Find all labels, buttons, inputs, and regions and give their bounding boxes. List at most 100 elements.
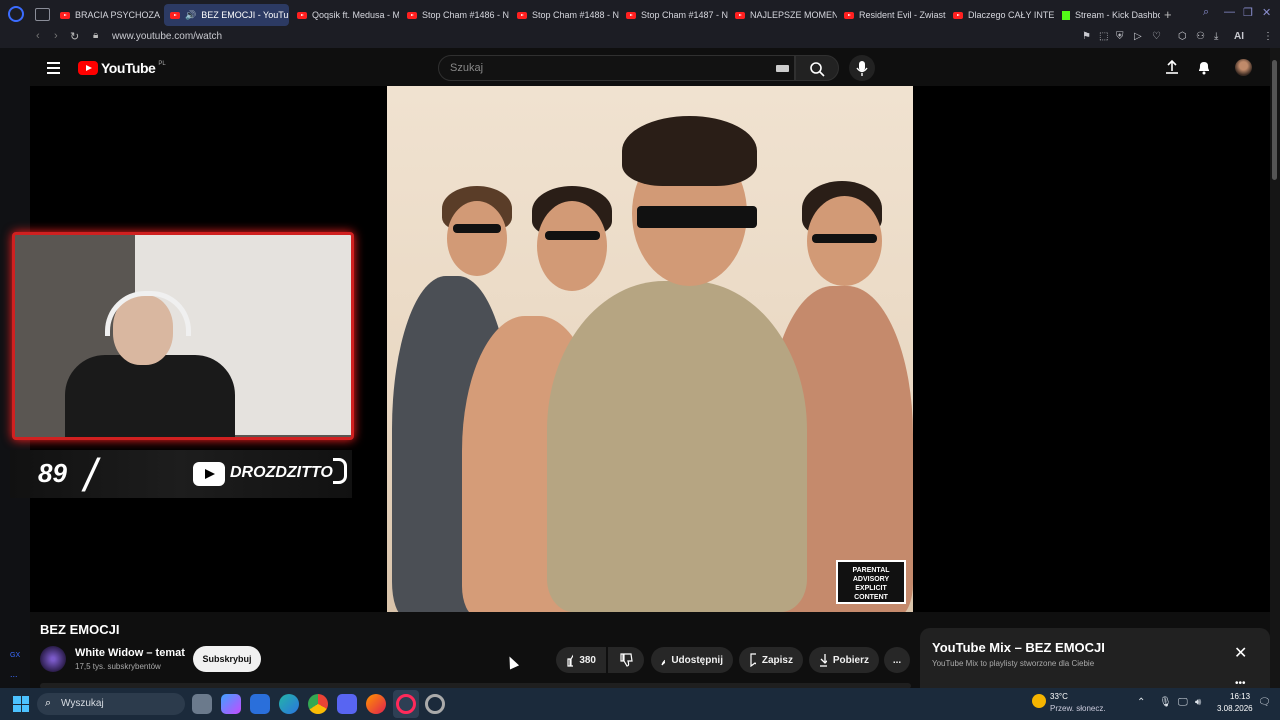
- scrollbar-thumb[interactable]: [1272, 60, 1277, 180]
- forward-icon[interactable]: ›: [54, 30, 58, 42]
- mix-playlist-panel[interactable]: [920, 628, 1270, 688]
- search-icon: [810, 62, 825, 77]
- search-tabs-icon[interactable]: ⌕: [1203, 6, 1209, 19]
- extensions-icon[interactable]: ⬡: [1178, 31, 1187, 42]
- tab-resident-evil[interactable]: Resident Evil - Zwiast: [838, 4, 946, 26]
- tiktok-icon: [333, 458, 347, 484]
- clock-date[interactable]: 3.08.2026: [1217, 704, 1253, 713]
- voice-search-button[interactable]: [849, 55, 875, 81]
- play-icon[interactable]: ▷: [1134, 31, 1142, 42]
- notification-icon[interactable]: 🗨︎: [1258, 697, 1271, 708]
- subscriber-count: 17,5 tys. subskrybentów: [75, 662, 161, 671]
- search-input[interactable]: Szukaj: [438, 55, 795, 81]
- channel-avatar[interactable]: [40, 646, 66, 672]
- tab-najlepsze[interactable]: NAJLEPSZE MOMENT: [729, 4, 837, 26]
- badge-line: PARENTAL: [852, 567, 890, 574]
- youtube-logo[interactable]: YouTube PL: [78, 60, 166, 76]
- search-button[interactable]: [795, 55, 839, 81]
- mouse-cursor-icon: [504, 654, 520, 670]
- maximize-icon[interactable]: ❐: [1243, 6, 1253, 19]
- task-view-icon[interactable]: [192, 694, 212, 714]
- tab-bracia-psychoza[interactable]: BRACIA PSYCHOZA -: [54, 4, 162, 26]
- tab-qoqsik[interactable]: Qoqsik ft. Medusa - M: [291, 4, 399, 26]
- close-icon[interactable]: ✕: [1234, 643, 1247, 663]
- youtube-icon: [517, 11, 527, 19]
- back-icon[interactable]: ‹: [36, 30, 40, 42]
- snapshot-icon[interactable]: ⬚: [1099, 31, 1108, 42]
- youtube-logo-icon: [78, 61, 98, 75]
- opera-gx-icon[interactable]: [396, 694, 416, 714]
- weather-sun-icon[interactable]: [1032, 694, 1046, 708]
- share-button[interactable]: Udostępnij: [651, 647, 733, 673]
- more-dots: ...: [892, 654, 902, 666]
- account-icon[interactable]: ⚇: [1196, 31, 1205, 42]
- mix-subtitle: YouTube Mix to playlisty stworzone dla C…: [932, 659, 1095, 668]
- tab-dlaczego[interactable]: Dlaczego CAŁY INTER: [947, 4, 1055, 26]
- chrome-icon[interactable]: [308, 694, 328, 714]
- hair-shape: [622, 116, 757, 186]
- like-count: 380: [579, 654, 596, 666]
- like-button[interactable]: 380: [556, 647, 606, 673]
- taskbar-search-input[interactable]: Wyszukaj: [37, 693, 185, 715]
- tab-stop-cham-1487[interactable]: Stop Cham #1487 - N: [620, 4, 728, 26]
- person-figure: [547, 281, 807, 612]
- speaker-icon: 🔊: [185, 9, 197, 20]
- microphone-tray-icon[interactable]: 🎙︎: [1159, 697, 1172, 708]
- video-thumbnail[interactable]: [387, 86, 913, 612]
- windows-start-icon[interactable]: [13, 696, 29, 712]
- download-button[interactable]: Pobierz: [809, 647, 879, 673]
- tab-stop-cham-1486[interactable]: Stop Cham #1486 - N: [401, 4, 509, 26]
- save-button[interactable]: Zapisz: [739, 647, 803, 673]
- download-label: Pobierz: [832, 654, 869, 666]
- reload-icon[interactable]: ↻: [70, 30, 79, 43]
- weather-temperature[interactable]: 33°C: [1050, 692, 1068, 701]
- parental-advisory-badge: PARENTAL ADVISORY EXPLICIT CONTENT: [836, 560, 906, 604]
- avatar[interactable]: [1235, 59, 1252, 76]
- tab-kick-dashboard[interactable]: Stream - Kick Dashboa: [1056, 4, 1160, 26]
- video-title: BEZ EMOCJI: [40, 622, 120, 637]
- channel-name[interactable]: White Widow – temat: [75, 647, 185, 659]
- obs-icon[interactable]: [425, 694, 445, 714]
- download-icon: [820, 654, 827, 667]
- edge-icon[interactable]: [279, 694, 299, 714]
- copilot-icon[interactable]: [221, 694, 241, 714]
- keyboard-icon[interactable]: [776, 65, 789, 72]
- sidebar-more-icon[interactable]: ...: [10, 669, 18, 679]
- thumbs-up-icon: [567, 653, 574, 667]
- opera-logo-icon[interactable]: [8, 6, 24, 22]
- upload-icon[interactable]: [1164, 59, 1180, 75]
- youtube-icon: [170, 11, 180, 19]
- tab-bez-emocji[interactable]: 🔊 BEZ EMOCJI - YouTube: [164, 4, 289, 26]
- tab-manager-icon[interactable]: [35, 8, 50, 21]
- counter-slash: /: [84, 449, 97, 501]
- shield-icon[interactable]: ⛨: [1116, 31, 1124, 42]
- head-shape: [537, 201, 607, 291]
- heart-icon[interactable]: ♡: [1152, 31, 1161, 42]
- ai-button[interactable]: AI: [1234, 31, 1244, 42]
- new-tab-button[interactable]: +: [1164, 7, 1172, 22]
- volume-icon[interactable]: 🔊︎: [1195, 697, 1201, 708]
- clock-time[interactable]: 16:13: [1230, 692, 1250, 701]
- tab-stop-cham-1488[interactable]: Stop Cham #1488 - N: [511, 4, 619, 26]
- lock-icon: 🔒︎: [93, 30, 99, 41]
- close-window-icon[interactable]: ✕: [1262, 6, 1271, 19]
- weather-description[interactable]: Przew. słonecz.: [1050, 704, 1106, 713]
- store-icon[interactable]: [250, 694, 270, 714]
- notifications-bell-icon[interactable]: [1196, 59, 1212, 75]
- subscribe-button[interactable]: Subskrybuj: [193, 646, 261, 672]
- url-field[interactable]: www.youtube.com/watch: [112, 31, 222, 42]
- gx-label[interactable]: GX: [10, 652, 20, 659]
- network-icon[interactable]: 🖵: [1178, 697, 1188, 708]
- menu-dots-icon[interactable]: ⋮: [1263, 31, 1273, 42]
- discord-icon[interactable]: [337, 694, 357, 714]
- hamburger-menu-icon[interactable]: [47, 59, 60, 77]
- share-label: Udostępnij: [671, 654, 723, 666]
- share-icon: [661, 659, 666, 666]
- tray-chevron-icon[interactable]: ⌃: [1137, 697, 1145, 708]
- more-actions-button[interactable]: ...: [884, 647, 910, 673]
- dislike-button[interactable]: [608, 647, 644, 673]
- firefox-icon[interactable]: [366, 694, 386, 714]
- download-icon[interactable]: ⤓: [1214, 31, 1218, 42]
- pin-icon[interactable]: ⚑: [1082, 31, 1091, 42]
- minimize-icon[interactable]: —: [1224, 6, 1235, 18]
